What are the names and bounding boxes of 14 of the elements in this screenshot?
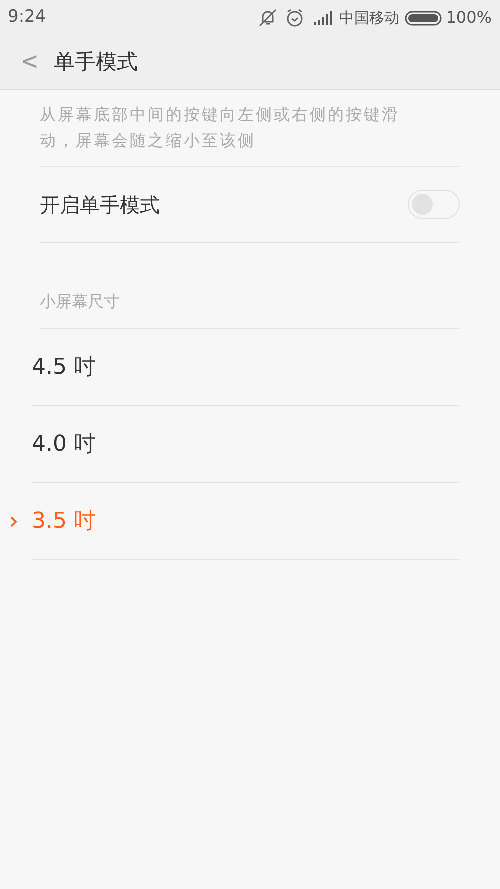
size-option[interactable]: 4.0 吋 bbox=[32, 406, 460, 483]
section-header: 小屏幕尺寸 bbox=[40, 291, 120, 313]
battery-icon bbox=[405, 10, 442, 26]
signal-icon bbox=[313, 10, 334, 26]
size-option[interactable]: 4.5 吋 bbox=[32, 329, 460, 406]
muted-bell-icon bbox=[257, 8, 280, 28]
setting-label: 开启单手模式 bbox=[40, 192, 160, 218]
page-title: 单手模式 bbox=[54, 48, 138, 76]
battery-percent: 100% bbox=[446, 7, 492, 29]
carrier-name: 中国移动 bbox=[339, 8, 400, 29]
status-time: 9:24 bbox=[8, 6, 46, 30]
chevron-icon bbox=[10, 516, 18, 528]
description-text: 从屏幕底部中间的按键向左侧或右侧的按键滑动，屏幕会随之缩小至该侧 bbox=[40, 104, 401, 152]
alarm-clock-icon bbox=[285, 8, 306, 28]
